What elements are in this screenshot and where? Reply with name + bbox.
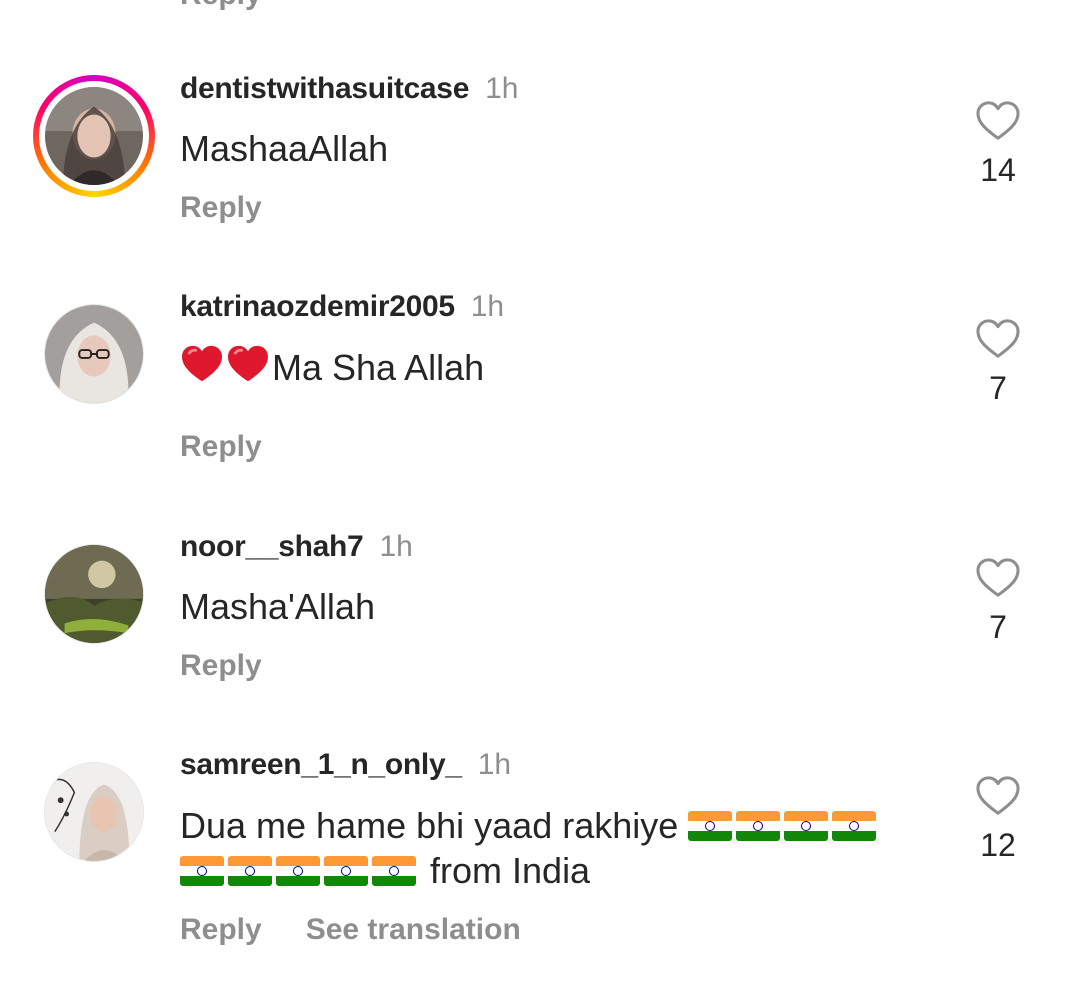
like-count: 7 (989, 609, 1007, 645)
timestamp: 1h (470, 290, 505, 323)
india-flag-icon (372, 856, 416, 886)
india-flag-icon (180, 856, 224, 886)
reply-button[interactable]: Reply (180, 191, 262, 224)
comment-text-body: Dua me hame bhi yaad rakhiye (180, 805, 679, 846)
reply-button[interactable]: Reply (180, 0, 262, 12)
like-control: 12 (960, 775, 1036, 864)
like-control: 7 (960, 318, 1036, 407)
avatar (44, 544, 144, 644)
red-heart-emoji-icon (182, 345, 222, 382)
comment-text: MashaaAllah (180, 128, 389, 169)
flags-line-1 (688, 805, 880, 846)
red-heart-emoji-icon (228, 345, 268, 382)
flags-line-2 (180, 850, 420, 891)
india-flag-icon (276, 856, 320, 886)
timestamp: 1h (379, 530, 413, 563)
like-control: 7 (960, 557, 1036, 646)
username[interactable]: noor__shah7 (180, 530, 364, 563)
india-flag-icon (688, 811, 733, 841)
heart-outline-icon[interactable] (975, 318, 1021, 360)
comment-text: ❤️❤️ Ma Sha Allah (180, 344, 940, 390)
like-count: 12 (980, 827, 1016, 863)
username[interactable]: katrinaozdemir2005 (180, 290, 455, 323)
avatar-container[interactable] (44, 762, 144, 862)
comment-text-body: from India (430, 850, 591, 891)
timestamp: 1h (485, 72, 519, 105)
india-flag-icon (736, 811, 781, 841)
reply-button[interactable]: Reply (180, 430, 262, 463)
heart-outline-icon[interactable] (975, 775, 1021, 817)
avatar-container[interactable] (44, 304, 144, 404)
reply-button[interactable]: Reply (180, 913, 262, 946)
comment-text: Masha'Allah (180, 586, 375, 627)
india-flag-icon (324, 856, 368, 886)
like-count: 14 (980, 152, 1016, 188)
heart-outline-icon[interactable] (975, 557, 1021, 599)
comment-text: Dua me hame bhi yaad rakhiye from India (180, 803, 940, 893)
india-flag-icon (228, 856, 272, 886)
avatar (44, 762, 144, 862)
like-control: 14 (960, 100, 1036, 189)
heart-outline-icon[interactable] (975, 100, 1021, 142)
india-flag-icon (784, 811, 829, 841)
reply-button[interactable]: Reply (180, 649, 262, 682)
like-count: 7 (989, 370, 1007, 406)
see-translation-button[interactable]: See translation (306, 913, 521, 946)
avatar (45, 87, 143, 185)
avatar (44, 304, 144, 404)
comment-text-body: Ma Sha Allah (272, 347, 485, 388)
india-flag-icon (832, 811, 877, 841)
avatar-container[interactable] (44, 544, 144, 644)
username[interactable]: dentistwithasuitcase (180, 72, 469, 105)
username[interactable]: samreen_1_n_only_ (180, 748, 462, 781)
timestamp: 1h (477, 748, 512, 781)
avatar-story-ring[interactable] (33, 75, 155, 197)
